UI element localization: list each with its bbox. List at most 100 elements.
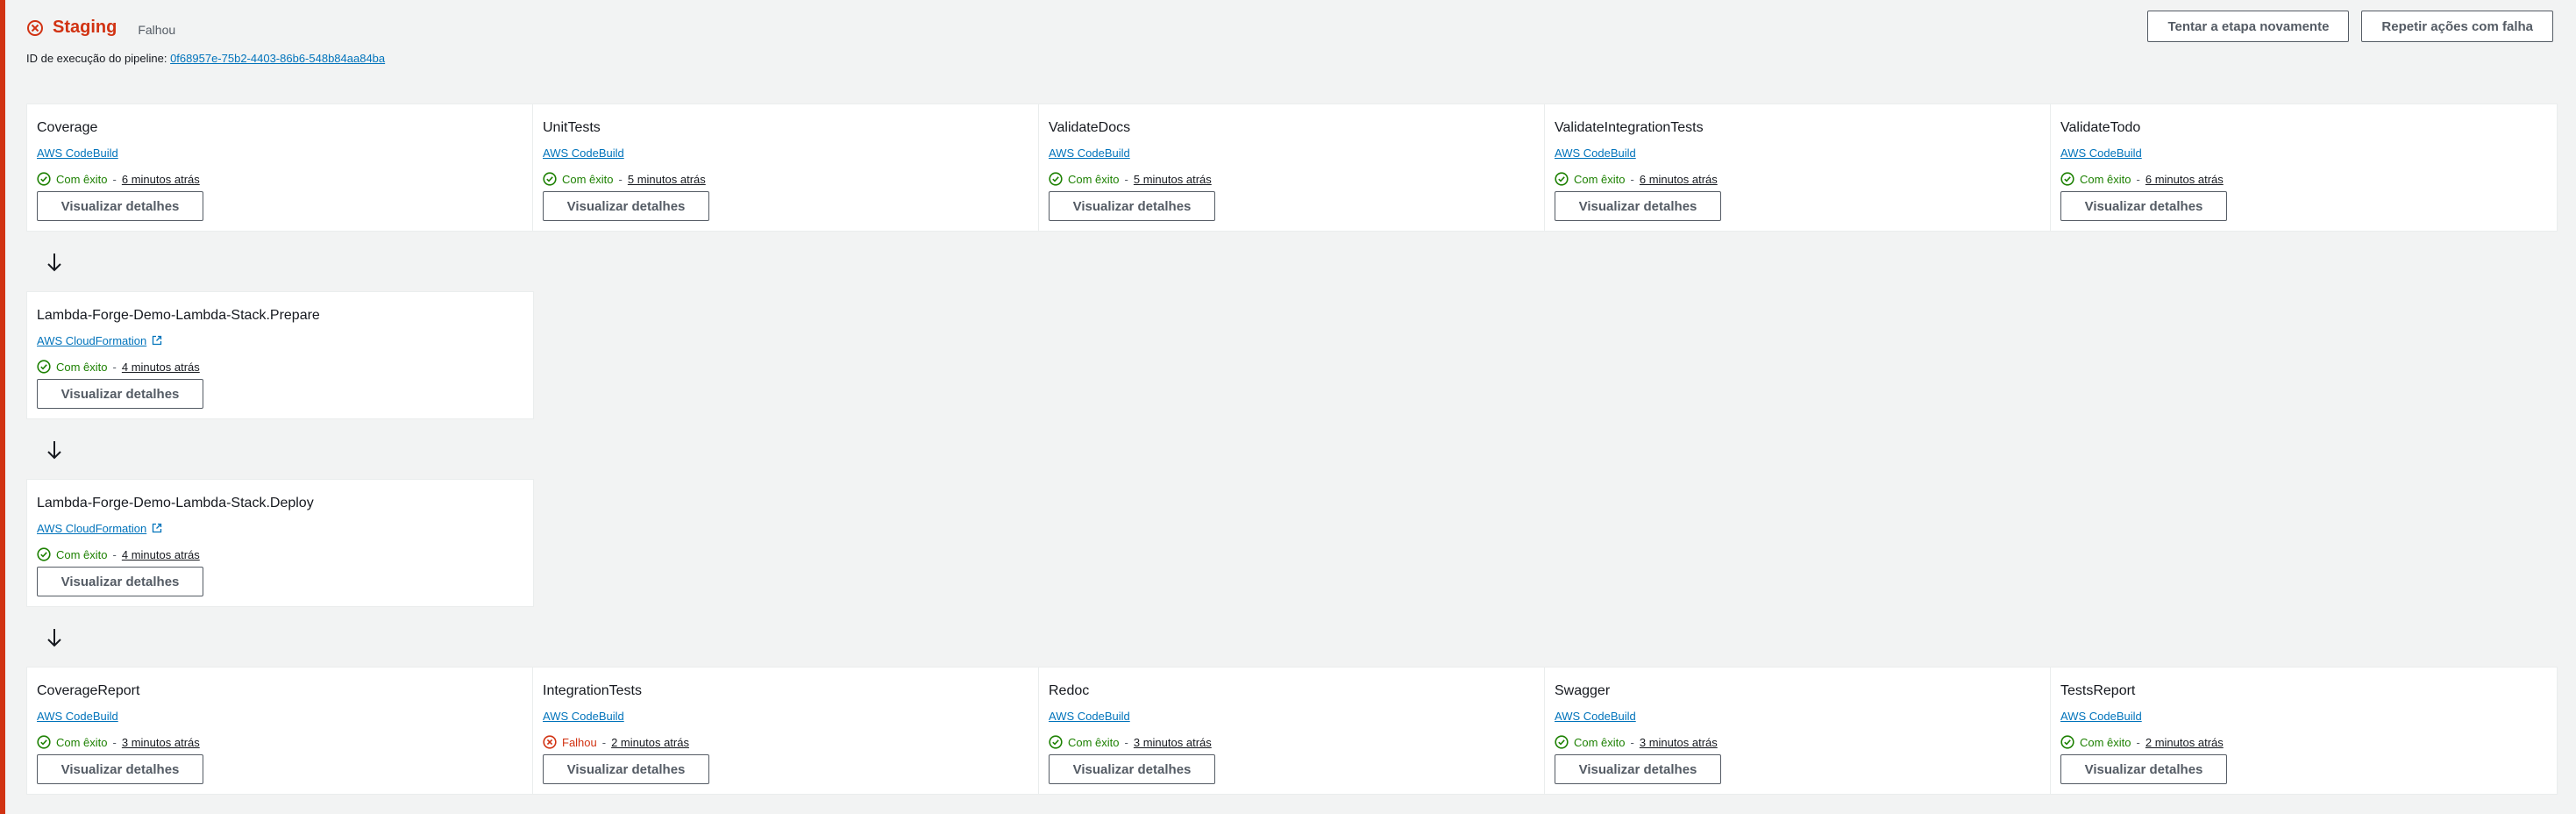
action-name: TestsReport <box>2060 683 2136 698</box>
action-status: Com êxito -6 minutos atrás <box>37 172 523 186</box>
execution-id-link[interactable]: 0f68957e-75b2-4403-86b6-548b84aa84ba <box>170 52 385 65</box>
view-details-button[interactable]: Visualizar detalhes <box>1049 191 1215 221</box>
action-status: Com êxito -5 minutos atrás <box>1049 172 1534 186</box>
provider-link[interactable]: AWS CodeBuild <box>2060 710 2142 723</box>
action-group: Coverage AWS CodeBuild Com êxito -6 minutos… <box>26 104 2558 232</box>
action-group: Lambda-Forge-Demo-Lambda-Stack.Prepare AW… <box>26 291 534 419</box>
status-text: Com êxito <box>2080 172 2131 186</box>
view-details-button[interactable]: Visualizar detalhes <box>1555 754 1721 784</box>
view-details-button[interactable]: Visualizar detalhes <box>37 567 203 596</box>
view-details-button[interactable]: Visualizar detalhes <box>2060 191 2227 221</box>
status-text: Com êxito <box>56 547 108 561</box>
action-provider: AWS CodeBuild <box>1555 710 2040 723</box>
provider-link[interactable]: AWS CodeBuild <box>1049 146 1130 160</box>
action-name: IntegrationTests <box>543 683 642 698</box>
separator: - <box>1630 172 1634 186</box>
retry-failed-actions-button[interactable]: Repetir ações com falha <box>2361 11 2553 42</box>
external-link-icon <box>153 335 162 346</box>
status-time[interactable]: 3 minutos atrás <box>1640 736 1718 749</box>
view-details-button[interactable]: Visualizar detalhes <box>543 191 709 221</box>
action-status: Com êxito -4 minutos atrás <box>37 360 523 374</box>
status-time[interactable]: 2 minutos atrás <box>2145 736 2224 749</box>
action-name: Lambda-Forge-Demo-Lambda-Stack.Deploy <box>37 496 314 511</box>
status-text: Com êxito <box>56 360 108 374</box>
status-time[interactable]: 5 minutos atrás <box>1134 173 1212 186</box>
separator: - <box>112 735 117 749</box>
stage-actions: Tentar a etapa novamente Repetir ações c… <box>2147 11 2553 42</box>
action-name: Coverage <box>37 120 98 135</box>
provider-link[interactable]: AWS CloudFormation <box>37 334 146 347</box>
action-group: CoverageReport AWS CodeBuild Com êxito -3 m… <box>26 667 2558 795</box>
failed-icon <box>27 19 43 36</box>
separator: - <box>618 172 623 186</box>
success-icon <box>1555 735 1569 749</box>
action-name: Redoc <box>1049 683 1090 698</box>
retry-stage-button[interactable]: Tentar a etapa novamente <box>2147 11 2350 42</box>
action-name: UnitTests <box>543 120 601 135</box>
action-provider: AWS CodeBuild <box>2060 146 2547 160</box>
action-card: Coverage AWS CodeBuild Com êxito -6 minutos… <box>27 104 533 231</box>
action-provider: AWS CodeBuild <box>543 710 1028 723</box>
view-details-button[interactable]: Visualizar detalhes <box>37 191 203 221</box>
provider-link[interactable]: AWS CodeBuild <box>1555 710 1636 723</box>
success-icon <box>37 735 51 749</box>
action-card: ValidateIntegrationTests AWS CodeBuild Com… <box>1545 104 2051 231</box>
separator: - <box>112 360 117 374</box>
action-card: TestsReport AWS CodeBuild Com êxito -2 minu… <box>2051 668 2557 794</box>
success-icon <box>37 360 51 374</box>
execution-id-row: ID de execução do pipeline: 0f68957e-75b… <box>26 52 385 65</box>
action-name: ValidateTodo <box>2060 120 2141 135</box>
action-name: Lambda-Forge-Demo-Lambda-Stack.Prepare <box>37 308 320 323</box>
status-text: Falhou <box>562 735 597 749</box>
provider-link[interactable]: AWS CloudFormation <box>37 522 146 535</box>
status-time[interactable]: 2 minutos atrás <box>611 736 689 749</box>
action-card: ValidateTodo AWS CodeBuild Com êxito -6 min… <box>2051 104 2557 231</box>
status-time[interactable]: 5 minutos atrás <box>628 173 706 186</box>
view-details-button[interactable]: Visualizar detalhes <box>37 754 203 784</box>
action-status: Falhou -2 minutos atrás <box>543 735 1028 749</box>
view-details-button[interactable]: Visualizar detalhes <box>2060 754 2227 784</box>
status-time[interactable]: 6 minutos atrás <box>2145 173 2224 186</box>
action-status: Com êxito -6 minutos atrás <box>2060 172 2547 186</box>
provider-link[interactable]: AWS CodeBuild <box>2060 146 2142 160</box>
stage-title: Staging <box>53 18 117 37</box>
status-text: Com êxito <box>56 735 108 749</box>
provider-link[interactable]: AWS CodeBuild <box>37 146 118 160</box>
success-icon <box>2060 172 2074 186</box>
status-time[interactable]: 4 minutos atrás <box>122 548 200 561</box>
action-card: CoverageReport AWS CodeBuild Com êxito -3 m… <box>27 668 533 794</box>
provider-link[interactable]: AWS CodeBuild <box>1555 146 1636 160</box>
provider-link[interactable]: AWS CodeBuild <box>1049 710 1130 723</box>
success-icon <box>37 172 51 186</box>
status-time[interactable]: 3 minutos atrás <box>122 736 200 749</box>
status-time[interactable]: 3 minutos atrás <box>1134 736 1212 749</box>
separator: - <box>112 172 117 186</box>
provider-link[interactable]: AWS CodeBuild <box>543 710 624 723</box>
action-card: Redoc AWS CodeBuild Com êxito -3 minutos at… <box>1039 668 1545 794</box>
success-icon <box>543 172 557 186</box>
stage-header: Staging Falhou ID de execução do pipelin… <box>26 18 385 65</box>
action-name: CoverageReport <box>37 683 140 698</box>
separator: - <box>1630 735 1634 749</box>
provider-link[interactable]: AWS CodeBuild <box>37 710 118 723</box>
stage-status-badge: Falhou <box>138 22 176 37</box>
status-time[interactable]: 6 minutos atrás <box>122 173 200 186</box>
status-text: Com êxito <box>1068 735 1120 749</box>
stage-actions-area: Coverage AWS CodeBuild Com êxito -6 minutos… <box>26 88 2558 814</box>
status-text: Com êxito <box>562 172 614 186</box>
provider-link[interactable]: AWS CodeBuild <box>543 146 624 160</box>
stage-failed-indicator-bar <box>0 0 5 814</box>
separator: - <box>2136 735 2140 749</box>
action-group: Lambda-Forge-Demo-Lambda-Stack.Deploy AWS… <box>26 479 534 607</box>
status-time[interactable]: 6 minutos atrás <box>1640 173 1718 186</box>
success-icon <box>1049 172 1063 186</box>
separator: - <box>601 735 607 749</box>
view-details-button[interactable]: Visualizar detalhes <box>37 379 203 409</box>
action-provider: AWS CloudFormation <box>37 522 523 535</box>
external-link-icon <box>153 523 162 533</box>
separator: - <box>2136 172 2140 186</box>
view-details-button[interactable]: Visualizar detalhes <box>543 754 709 784</box>
view-details-button[interactable]: Visualizar detalhes <box>1555 191 1721 221</box>
status-time[interactable]: 4 minutos atrás <box>122 361 200 374</box>
view-details-button[interactable]: Visualizar detalhes <box>1049 754 1215 784</box>
